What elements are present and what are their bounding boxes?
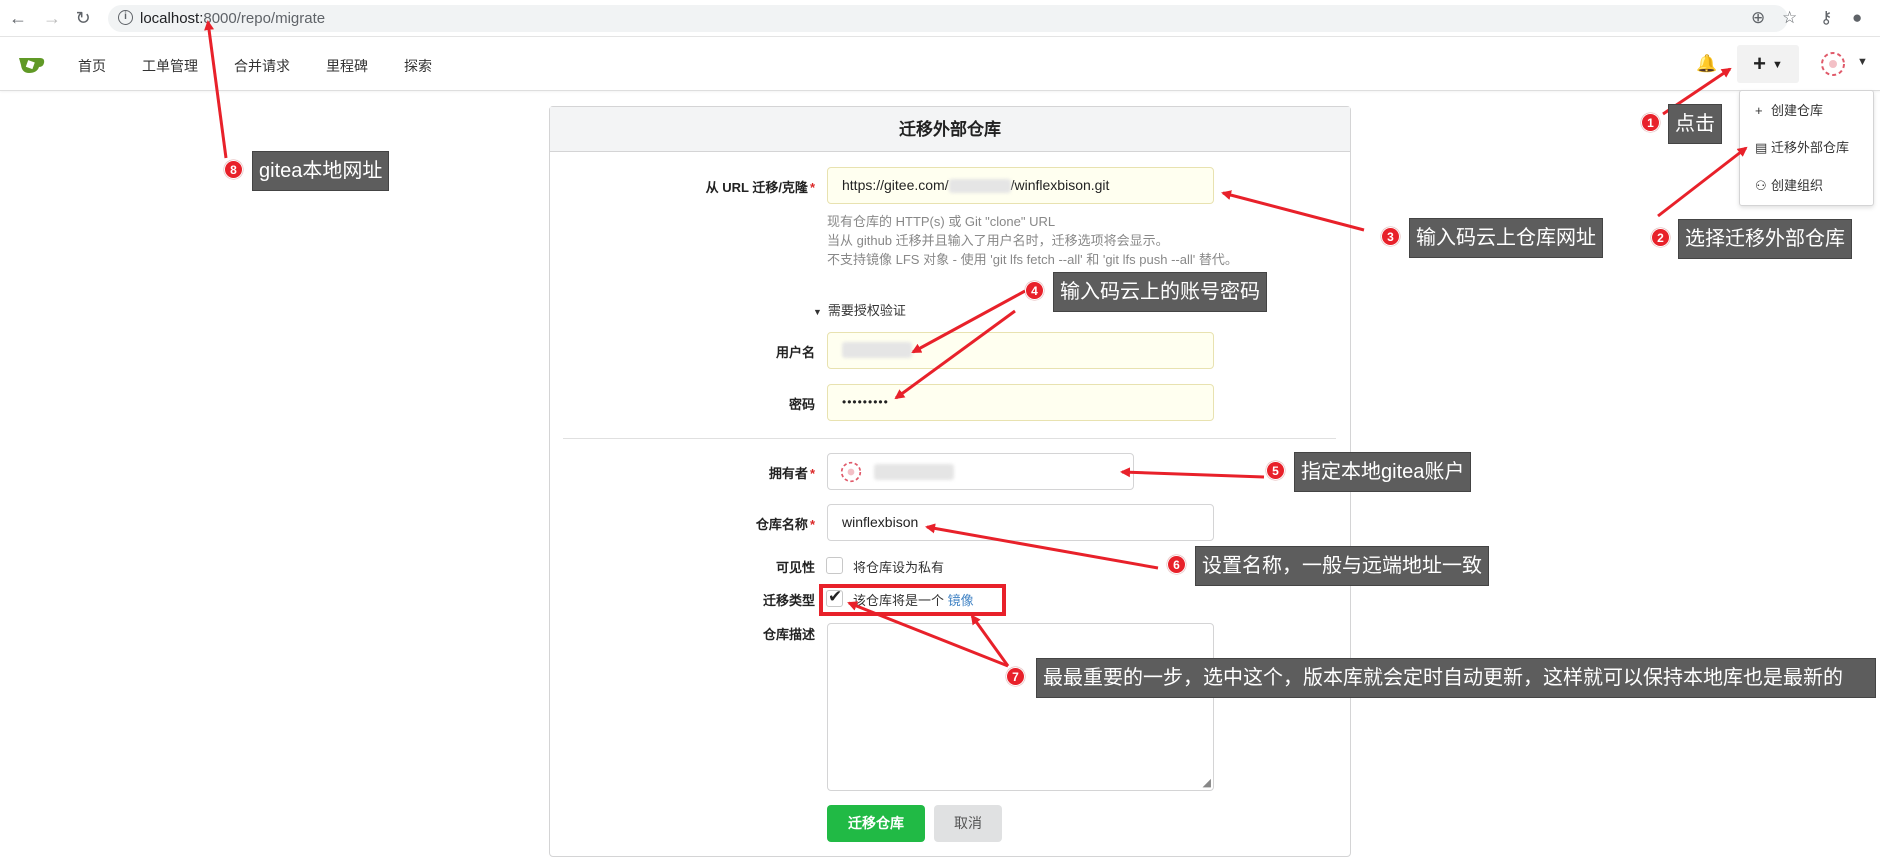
annotation-8-label: gitea本地网址	[252, 151, 390, 191]
annotation-5-label: 指定本地gitea账户	[1294, 452, 1472, 492]
nav-pulls[interactable]: 合并请求	[234, 56, 290, 76]
password-input[interactable]: •••••••••	[827, 384, 1214, 421]
annotation-7-badge: 7	[1006, 667, 1025, 686]
resize-grip-icon[interactable]: ◢	[1203, 776, 1211, 789]
create-dropdown-menu: + 创建仓库 ▤ 迁移外部仓库 ⚇ 创建组织	[1739, 90, 1874, 206]
nav-issues[interactable]: 工单管理	[142, 56, 198, 76]
private-checkbox[interactable]	[826, 557, 843, 574]
organization-icon: ⚇	[1755, 178, 1767, 193]
address-bar[interactable]: i localhost:8000/repo/migrate	[108, 5, 1788, 32]
annotation-2-badge: 2	[1651, 228, 1670, 247]
dropdown-new-repo[interactable]: + 创建仓库	[1755, 100, 1823, 119]
dropdown-new-org[interactable]: ⚇ 创建组织	[1755, 175, 1823, 194]
repo-name-label: 仓库名称 *	[755, 517, 815, 532]
nav-milestones[interactable]: 里程碑	[326, 56, 368, 76]
description-textarea[interactable]: ◢	[827, 623, 1214, 791]
owner-label: 拥有者 *	[768, 466, 815, 481]
create-new-button[interactable]: + ▼	[1737, 45, 1799, 83]
password-label: 密码	[788, 397, 815, 412]
repo-clone-icon: ▤	[1755, 140, 1768, 155]
page: ← → ↻ i localhost:8000/repo/migrate ⊕ ☆ …	[0, 0, 1880, 865]
visibility-label: 可见性	[775, 560, 815, 575]
repo-name-input[interactable]: winflexbison	[827, 504, 1214, 541]
notification-bell-icon[interactable]: 🔔	[1696, 54, 1717, 74]
annotation-7-label: 最最重要的一步，选中这个，版本库就会定时自动更新，这样就可以保持本地库也是最新的	[1036, 658, 1876, 698]
bookmark-star-icon[interactable]: ☆	[1782, 8, 1797, 28]
annotation-3-badge: 3	[1381, 227, 1400, 246]
form-title: 迁移外部仓库	[550, 107, 1350, 152]
migrate-type-label: 迁移类型	[762, 593, 815, 608]
plus-icon: +	[1755, 103, 1763, 118]
reload-icon[interactable]: ↻	[73, 8, 93, 28]
annotation-1-label: 点击	[1668, 104, 1722, 144]
forward-icon[interactable]: →	[42, 8, 62, 28]
browser-toolbar: ← → ↻ i localhost:8000/repo/migrate ⊕ ☆ …	[0, 0, 1880, 37]
site-info-icon[interactable]: i	[118, 10, 133, 25]
back-icon[interactable]: ←	[8, 8, 28, 28]
annotation-8-badge: 8	[224, 160, 243, 179]
annotation-3-label: 输入码云上仓库网址	[1409, 218, 1603, 258]
profile-icon[interactable]: ●	[1852, 8, 1862, 28]
url-help-line-2: 当从 github 迁移并且输入了用户名时，迁移选项将会显示。	[827, 233, 1169, 248]
annotation-4-label: 输入码云上的账号密码	[1053, 272, 1267, 312]
url-help-line-1: 现有仓库的 HTTP(s) 或 Git "clone" URL	[827, 214, 1056, 229]
mirror-highlight-box	[819, 584, 1006, 616]
clone-url-input[interactable]: https://gitee.com//winflexbison.git	[827, 167, 1214, 204]
nav-explore[interactable]: 探索	[404, 56, 432, 76]
annotation-1-badge: 1	[1641, 113, 1660, 132]
username-input[interactable]	[827, 332, 1214, 369]
auth-toggle[interactable]: ▼ 需要授权验证	[813, 300, 906, 319]
username-label: 用户名	[775, 345, 815, 360]
url-text: localhost:8000/repo/migrate	[140, 10, 326, 27]
caret-down-icon: ▼	[813, 307, 822, 317]
key-icon[interactable]: ⚷	[1820, 8, 1832, 28]
owner-avatar	[840, 461, 862, 483]
cancel-button[interactable]: 取消	[934, 805, 1002, 842]
url-help-line-3: 不支持镜像 LFS 对象 - 使用 'git lfs fetch --all' …	[827, 252, 1238, 267]
gitea-navbar: 首页 工单管理 合并请求 里程碑 探索 🔔 + ▼ ▼	[0, 37, 1880, 91]
user-avatar[interactable]	[1820, 51, 1846, 77]
owner-select[interactable]	[827, 453, 1134, 490]
form-divider	[563, 438, 1336, 439]
private-checkbox-label: 将仓库设为私有	[853, 560, 945, 575]
url-label: 从 URL 迁移/克隆 *	[705, 180, 815, 195]
annotation-5-badge: 5	[1266, 461, 1285, 480]
nav-home[interactable]: 首页	[78, 56, 106, 76]
annotation-4-badge: 4	[1025, 281, 1044, 300]
description-label: 仓库描述	[762, 627, 815, 642]
migrate-submit-button[interactable]: 迁移仓库	[827, 805, 925, 842]
gitea-logo-icon[interactable]	[18, 53, 46, 75]
avatar-caret-icon[interactable]: ▼	[1857, 56, 1868, 68]
zoom-icon[interactable]: ⊕	[1751, 8, 1765, 28]
annotation-6-label: 设置名称，一般与远端地址一致	[1195, 546, 1489, 586]
dropdown-migrate-repo[interactable]: ▤ 迁移外部仓库	[1755, 137, 1849, 156]
annotation-6-badge: 6	[1167, 555, 1186, 574]
annotation-2-label: 选择迁移外部仓库	[1678, 219, 1852, 259]
